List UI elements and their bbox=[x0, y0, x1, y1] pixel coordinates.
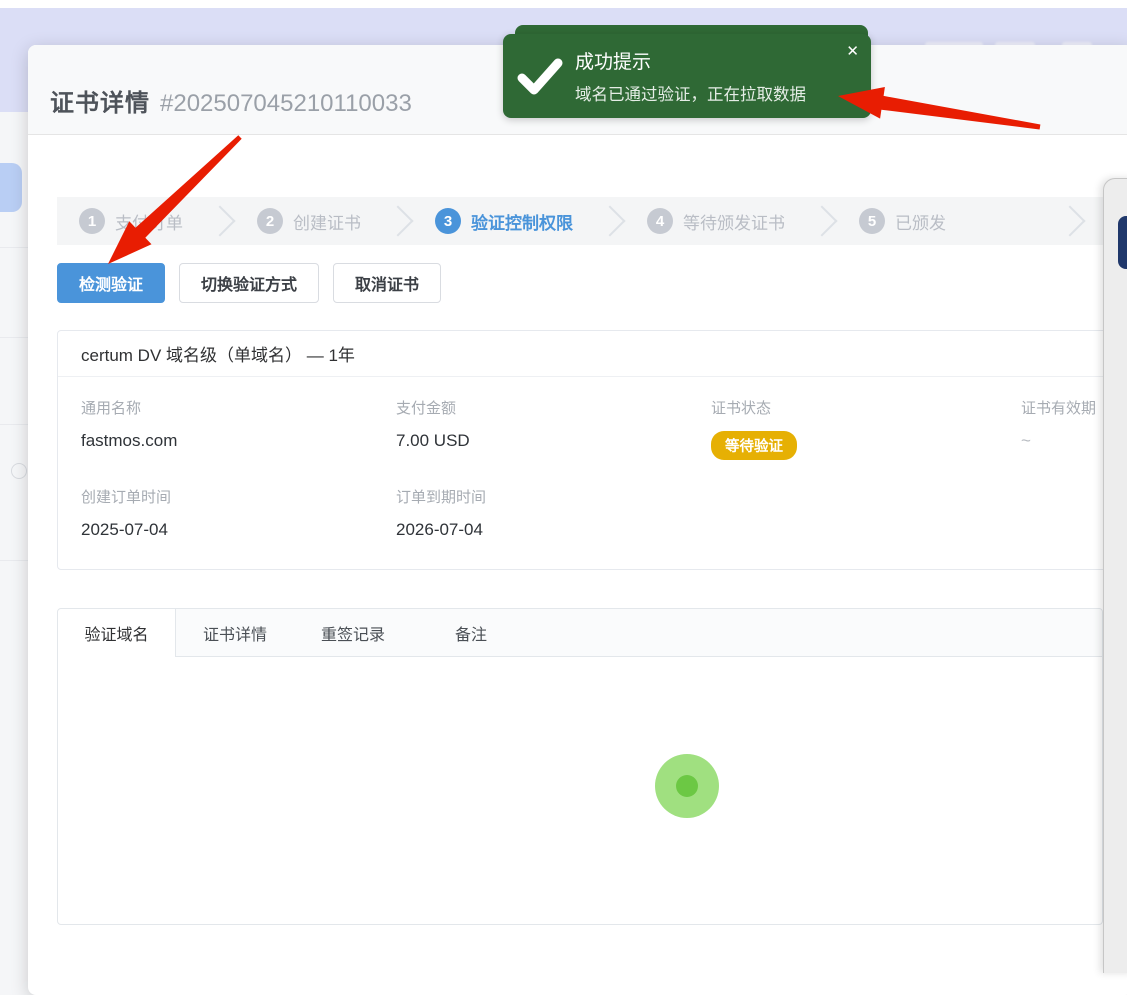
certificate-detail-modal: 证书详情 #202507045210110033 1 支付订单 2 创建证书 3… bbox=[28, 45, 1127, 995]
field-value: 2025-07-04 bbox=[81, 520, 396, 540]
step-label: 创建证书 bbox=[293, 209, 361, 234]
chevron-separator-icon bbox=[806, 205, 837, 236]
field-label: 通用名称 bbox=[81, 397, 396, 418]
field-value: 2026-07-04 bbox=[396, 520, 711, 540]
side-drawer-edge bbox=[1103, 178, 1127, 973]
step-number: 3 bbox=[435, 208, 461, 234]
chevron-separator-icon bbox=[204, 205, 235, 236]
detail-tabs-panel: 验证域名 证书详情 重签记录 备注 bbox=[57, 608, 1103, 925]
check-icon bbox=[517, 56, 563, 96]
field-label: 订单到期时间 bbox=[396, 486, 711, 507]
certificate-fields: 通用名称 fastmos.com 支付金额 7.00 USD 证书状态 等待验证… bbox=[58, 377, 1112, 566]
field-cert-status: 证书状态 等待验证 bbox=[711, 397, 1021, 460]
step-label: 已颁发 bbox=[895, 209, 946, 234]
step-number: 1 bbox=[79, 208, 105, 234]
step-label: 支付订单 bbox=[115, 209, 183, 234]
check-verification-button[interactable]: 检测验证 bbox=[57, 263, 165, 303]
field-cert-validity: 证书有效期 ~ bbox=[1021, 397, 1112, 460]
field-order-created: 创建订单时间 2025-07-04 bbox=[81, 486, 396, 540]
field-value: 等待验证 bbox=[711, 431, 1021, 460]
tab-strip: 验证域名 证书详情 重签记录 备注 bbox=[58, 609, 1102, 657]
step-create-cert: 2 创建证书 bbox=[257, 208, 361, 234]
field-label: 证书状态 bbox=[711, 397, 1021, 418]
modal-title: 证书详情 bbox=[50, 83, 150, 118]
background-divider bbox=[0, 424, 28, 425]
background-radio-circle bbox=[11, 463, 27, 479]
field-label: 创建订单时间 bbox=[81, 486, 396, 507]
background-divider bbox=[0, 337, 28, 338]
switch-verification-method-button[interactable]: 切换验证方式 bbox=[179, 263, 319, 303]
field-paid-amount: 支付金额 7.00 USD bbox=[396, 397, 711, 460]
step-number: 2 bbox=[257, 208, 283, 234]
chevron-separator-icon bbox=[594, 205, 625, 236]
step-label: 等待颁发证书 bbox=[683, 209, 785, 234]
chevron-separator-icon bbox=[1054, 205, 1085, 236]
cancel-certificate-button[interactable]: 取消证书 bbox=[333, 263, 441, 303]
tab-verify-domain[interactable]: 验证域名 bbox=[58, 609, 176, 657]
field-label: 证书有效期 bbox=[1021, 397, 1112, 418]
drawer-button[interactable] bbox=[1118, 216, 1127, 269]
close-icon[interactable]: ✕ bbox=[846, 42, 859, 60]
toast-message: 域名已通过验证，正在拉取数据 bbox=[575, 81, 806, 105]
field-common-name: 通用名称 fastmos.com bbox=[81, 397, 396, 460]
step-number: 4 bbox=[647, 208, 673, 234]
step-verify-control: 3 验证控制权限 bbox=[435, 208, 573, 234]
step-issued: 5 已颁发 bbox=[859, 208, 946, 234]
chevron-separator-icon bbox=[382, 205, 413, 236]
status-badge: 等待验证 bbox=[711, 431, 797, 460]
step-label: 验证控制权限 bbox=[471, 209, 573, 234]
page-top-strip bbox=[0, 0, 1127, 8]
tab-cert-details[interactable]: 证书详情 bbox=[176, 609, 294, 656]
field-value: 7.00 USD bbox=[396, 431, 711, 451]
field-value: fastmos.com bbox=[81, 431, 396, 451]
success-toast: 成功提示 域名已通过验证，正在拉取数据 ✕ bbox=[503, 34, 871, 118]
order-id: #202507045210110033 bbox=[160, 90, 412, 118]
toast-title: 成功提示 bbox=[575, 47, 651, 74]
certificate-info-card: certum DV 域名级（单域名） — 1年 通用名称 fastmos.com… bbox=[57, 330, 1113, 570]
step-wizard: 1 支付订单 2 创建证书 3 验证控制权限 4 等待颁发证书 5 已颁发 bbox=[57, 197, 1103, 245]
background-sidebar-active-item bbox=[0, 163, 22, 212]
field-label: 支付金额 bbox=[396, 397, 711, 418]
loading-spinner-core bbox=[676, 775, 698, 797]
step-pay-order: 1 支付订单 bbox=[79, 208, 183, 234]
step-number: 5 bbox=[859, 208, 885, 234]
step-await-issue: 4 等待颁发证书 bbox=[647, 208, 785, 234]
background-divider bbox=[0, 247, 28, 248]
tab-notes[interactable]: 备注 bbox=[412, 609, 530, 656]
background-divider bbox=[0, 560, 28, 561]
action-button-row: 检测验证 切换验证方式 取消证书 bbox=[57, 263, 441, 303]
loading-spinner bbox=[655, 754, 719, 818]
product-title: certum DV 域名级（单域名） — 1年 bbox=[58, 331, 1112, 377]
tab-resign-records[interactable]: 重签记录 bbox=[294, 609, 412, 656]
field-order-expiry: 订单到期时间 2026-07-04 bbox=[396, 486, 711, 540]
field-value: ~ bbox=[1021, 431, 1112, 451]
